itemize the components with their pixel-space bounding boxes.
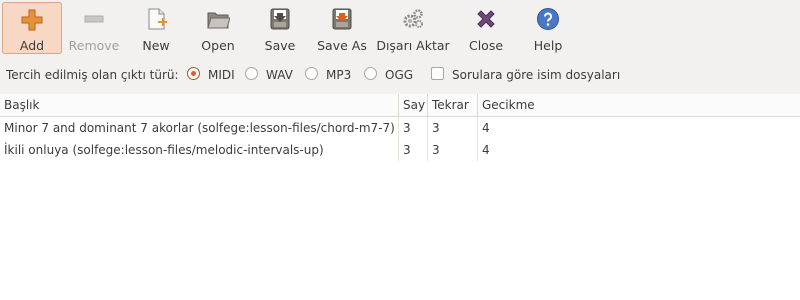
gears-icon [400, 6, 426, 32]
save-as-icon [329, 6, 355, 32]
radio-midi-label: MIDI [208, 68, 235, 82]
folder-open-icon [205, 6, 231, 32]
cell-repeat: 3 [428, 139, 478, 161]
save-button[interactable]: Save [258, 2, 302, 54]
radio-wav-label: WAV [266, 68, 293, 82]
close-label: Close [468, 38, 504, 53]
cell-count: 3 [399, 139, 428, 161]
radio-ogg[interactable] [364, 67, 377, 80]
radio-ogg-label: OGG [385, 68, 414, 82]
open-label: Open [201, 38, 235, 53]
radio-midi[interactable] [187, 67, 200, 80]
open-button[interactable]: Open [194, 2, 242, 54]
remove-button[interactable]: Remove [65, 2, 123, 54]
column-header-repeat[interactable]: Tekrar [428, 94, 478, 116]
name-by-question-label: Sorulara göre isim dosyaları [452, 68, 621, 82]
cell-repeat: 3 [428, 117, 478, 139]
cell-title: İkili onluya (solfege:lesson-files/melod… [0, 139, 399, 161]
lesson-table: Başlık Say Tekrar Gecikme Minor 7 and do… [0, 94, 800, 300]
output-options: Tercih edilmiş olan çıktı türü: MIDI WAV… [0, 64, 800, 86]
toolbar: Add Remove New Open Save Save As Dışarı … [0, 0, 800, 56]
save-as-button[interactable]: Save As [316, 2, 368, 54]
column-header-title[interactable]: Başlık [0, 94, 399, 116]
cell-delay: 4 [482, 143, 490, 157]
output-type-label: Tercih edilmiş olan çıktı türü: [6, 68, 179, 82]
cell-count: 3 [399, 117, 428, 139]
save-label: Save [264, 38, 296, 53]
new-label: New [142, 38, 170, 53]
cell-delay: 4 [482, 121, 490, 135]
close-icon [473, 6, 499, 32]
new-button[interactable]: New [134, 2, 178, 54]
minus-icon [81, 6, 107, 32]
name-by-question-checkbox[interactable] [431, 67, 444, 80]
remove-label: Remove [68, 38, 120, 53]
help-label: Help [533, 38, 563, 53]
table-header: Başlık Say Tekrar Gecikme [0, 94, 800, 117]
new-document-icon [143, 6, 169, 32]
export-label: Dışarı Aktar [376, 38, 450, 53]
column-header-delay[interactable]: Gecikme [478, 94, 800, 116]
add-label: Add [19, 38, 45, 53]
close-button[interactable]: Close [464, 2, 508, 54]
save-icon [267, 6, 293, 32]
save-as-label: Save As [317, 38, 367, 53]
help-icon [535, 6, 561, 32]
cell-title: Minor 7 and dominant 7 akorlar (solfege:… [0, 117, 399, 139]
column-header-count[interactable]: Say [399, 94, 428, 116]
table-row[interactable]: İkili onluya (solfege:lesson-files/melod… [0, 139, 800, 161]
table-row[interactable]: Minor 7 and dominant 7 akorlar (solfege:… [0, 117, 800, 139]
radio-wav[interactable] [245, 67, 258, 80]
radio-mp3-label: MP3 [326, 68, 352, 82]
help-button[interactable]: Help [526, 2, 570, 54]
plus-icon [19, 7, 45, 32]
radio-mp3[interactable] [305, 67, 318, 80]
export-button[interactable]: Dışarı Aktar [376, 2, 450, 54]
add-button[interactable]: Add [2, 2, 62, 54]
